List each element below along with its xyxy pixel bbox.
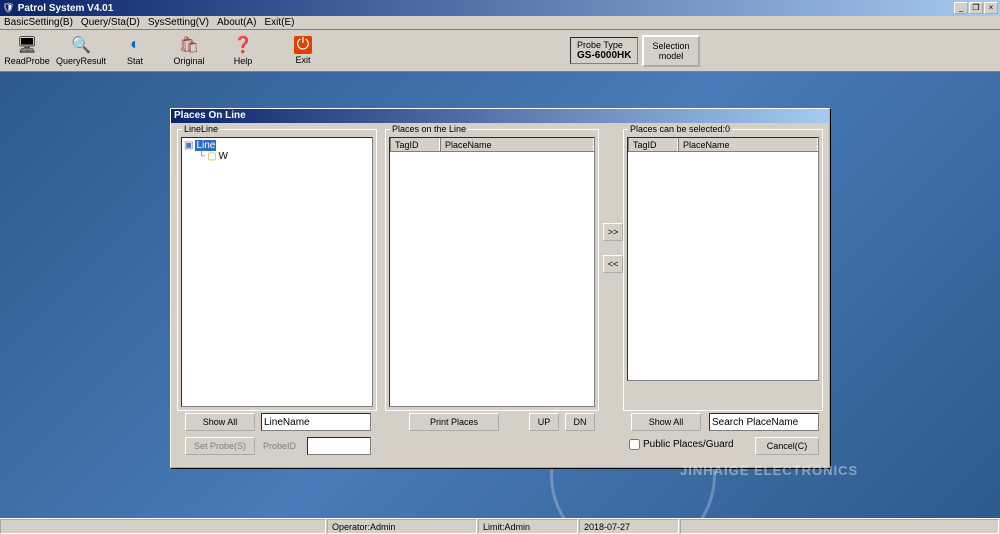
tree-root-label: Line: [195, 140, 216, 151]
queryresult-label: QueryResult: [56, 56, 106, 66]
selection-model-button[interactable]: Selection model: [642, 35, 699, 67]
menu-exit[interactable]: Exit(E): [260, 17, 298, 28]
bag-icon: 🛍: [179, 35, 199, 55]
toolbar: 🖥 ReadProbe 🔍 QueryResult ◐ Stat 🛍 Origi…: [0, 30, 1000, 72]
original-button[interactable]: 🛍 Original: [162, 31, 216, 71]
public-places-checkbox[interactable]: Public Places/Guard: [629, 439, 734, 450]
selectable-list-header: TagID PlaceName: [628, 138, 818, 152]
help-button[interactable]: ❓ Help: [216, 31, 270, 71]
cancel-button[interactable]: Cancel(C): [755, 437, 819, 455]
monitor-download-icon: 🖥: [17, 35, 37, 55]
status-operator: Operator:Admin: [327, 519, 477, 534]
queryresult-button[interactable]: 🔍 QueryResult: [54, 31, 108, 71]
probe-type-label: Probe Type: [577, 40, 631, 50]
line-tree[interactable]: ▣ Line └ ▢ W: [181, 137, 373, 407]
tree-child-label: W: [219, 151, 228, 162]
probe-type-value: GS-6000HK: [577, 50, 631, 61]
tree-root-item[interactable]: ▣ Line: [184, 140, 370, 151]
help-icon: ❓: [233, 35, 253, 55]
places-selectable-list[interactable]: TagID PlaceName: [627, 137, 819, 381]
app-icon: 🛡: [2, 3, 15, 14]
status-bar: Operator:Admin Limit:Admin 2018-07-27: [0, 518, 1000, 534]
places-selectable-label: Places can be selected:0: [628, 124, 732, 134]
power-icon: ⏻: [294, 36, 312, 54]
public-places-label: Public Places/Guard: [643, 439, 734, 450]
dn-button[interactable]: DN: [565, 413, 595, 431]
transfer-left-button[interactable]: <<: [603, 255, 623, 273]
search-icon: 🔍: [71, 35, 91, 55]
exit-label: Exit: [295, 55, 310, 65]
public-places-check-input[interactable]: [629, 439, 640, 450]
print-places-button[interactable]: Print Places: [409, 413, 499, 431]
probeid-label: ProbeID: [263, 441, 296, 451]
transfer-right-button[interactable]: >>: [603, 223, 623, 241]
minimize-button[interactable]: _: [954, 2, 968, 14]
menu-query[interactable]: Query/Sta(D): [77, 17, 144, 28]
show-all-button-left[interactable]: Show All: [185, 413, 255, 431]
menu-about[interactable]: About(A): [213, 17, 260, 28]
col-placename-2[interactable]: PlaceName: [678, 138, 818, 151]
maximize-button[interactable]: ❐: [969, 2, 983, 14]
app-titlebar: 🛡 Patrol System V4.01 _ ❐ ×: [0, 0, 1000, 16]
tree-child-item[interactable]: └ ▢ W: [184, 151, 370, 162]
piechart-icon: ◐: [125, 35, 145, 55]
search-placename-input[interactable]: Search PlaceName: [709, 413, 819, 431]
menu-syssetting[interactable]: SysSetting(V): [144, 17, 213, 28]
folder-icon: ▢: [207, 151, 216, 162]
readprobe-button[interactable]: 🖥 ReadProbe: [0, 31, 54, 71]
col-tagid-2[interactable]: TagID: [628, 138, 678, 151]
probe-section: Probe Type GS-6000HK Selection model: [570, 35, 700, 67]
help-label: Help: [234, 56, 253, 66]
up-button[interactable]: UP: [529, 413, 559, 431]
col-placename[interactable]: PlaceName: [440, 138, 594, 151]
app-title: Patrol System V4.01: [18, 3, 953, 14]
dialog-title: Places On Line: [171, 109, 829, 123]
status-cell-5: [680, 519, 999, 534]
stat-button[interactable]: ◐ Stat: [108, 31, 162, 71]
set-probe-button: Set Probe(S): [185, 437, 255, 455]
close-button[interactable]: ×: [984, 2, 998, 14]
stat-label: Stat: [127, 56, 143, 66]
desktop-background: Places On Line LineLine ▣ Line └ ▢ W: [0, 72, 1000, 518]
original-label: Original: [173, 56, 204, 66]
folder-open-icon: ▣: [184, 140, 193, 151]
probe-type-display: Probe Type GS-6000HK: [570, 37, 638, 64]
readprobe-label: ReadProbe: [4, 56, 50, 66]
places-list-header: TagID PlaceName: [390, 138, 594, 152]
menu-basicsetting[interactable]: BasicSetting(B): [0, 17, 77, 28]
places-on-line-list[interactable]: TagID PlaceName: [389, 137, 595, 407]
status-limit: Limit:Admin: [478, 519, 578, 534]
col-tagid[interactable]: TagID: [390, 138, 440, 151]
status-date: 2018-07-27: [579, 519, 679, 534]
places-online-dialog: Places On Line LineLine ▣ Line └ ▢ W: [170, 108, 830, 468]
lineline-label: LineLine: [182, 124, 220, 134]
status-cell-1: [0, 519, 326, 534]
places-on-line-label: Places on the Line: [390, 124, 468, 134]
probeid-input[interactable]: [307, 437, 371, 455]
menu-bar: BasicSetting(B) Query/Sta(D) SysSetting(…: [0, 16, 1000, 30]
linename-input[interactable]: LineName: [261, 413, 371, 431]
show-all-button-right[interactable]: Show All: [631, 413, 701, 431]
exit-button[interactable]: ⏻ Exit: [276, 31, 330, 71]
